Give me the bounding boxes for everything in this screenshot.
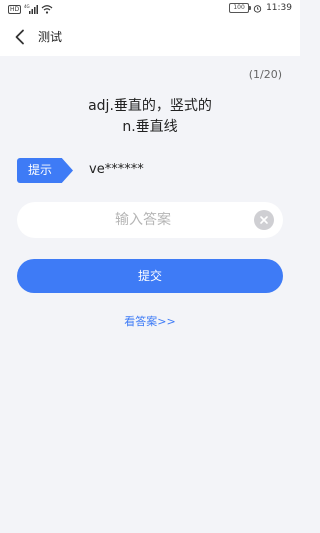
hint-tag: 提示 — [17, 158, 73, 183]
status-right: 100 11:39 — [229, 3, 292, 13]
definition-line-2: n.垂直线 — [122, 119, 178, 135]
nav-bar: 测试 — [0, 18, 300, 56]
alarm-icon — [253, 4, 262, 13]
definition-line-1: adj.垂直的，竖式的 — [88, 98, 212, 114]
view-answer-link[interactable]: 看答案>> — [0, 313, 300, 329]
question-progress: (1/20) — [248, 68, 282, 81]
hd-badge: HD — [8, 4, 22, 14]
clear-icon — [260, 216, 268, 224]
word-definition: adj.垂直的，竖式的 n.垂直线 — [0, 96, 300, 138]
status-time: 11:39 — [266, 3, 292, 13]
network-type: 4G — [24, 4, 30, 9]
status-bar: HD 4G 100 11:39 — [0, 0, 300, 18]
answer-input[interactable] — [37, 202, 249, 238]
chevron-left-icon — [15, 29, 24, 45]
back-button[interactable] — [10, 27, 30, 47]
submit-button[interactable]: 提交 — [17, 259, 283, 293]
answer-field — [17, 202, 283, 238]
hint-text: ve****** — [89, 162, 144, 177]
status-left: HD 4G — [8, 4, 53, 14]
clear-button[interactable] — [254, 210, 274, 230]
battery-icon: 100 — [229, 3, 252, 13]
page-title: 测试 — [38, 30, 63, 44]
wifi-icon — [41, 5, 53, 14]
signal-icon: 4G — [24, 4, 39, 14]
